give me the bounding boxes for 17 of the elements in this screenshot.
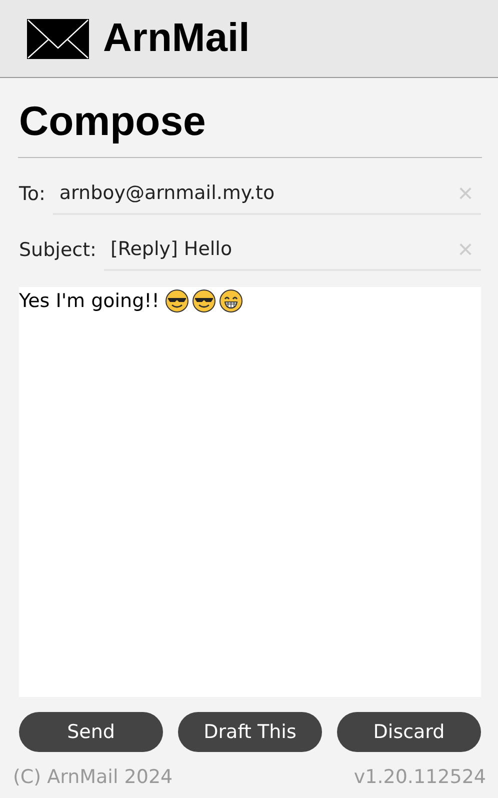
message-text: Yes I'm going!! xyxy=(19,289,160,314)
sunglasses-smiley-icon xyxy=(165,289,190,313)
action-button[interactable]: Send xyxy=(19,712,163,752)
action-button[interactable]: Draft This xyxy=(178,712,322,752)
input-field[interactable]: arnboy@arnmail.my.to × xyxy=(53,173,481,215)
version-text: v1.20.112524 xyxy=(354,766,486,788)
envelope-icon xyxy=(27,18,89,58)
message-body[interactable]: Yes I'm going!! xyxy=(19,287,481,697)
copyright-text: (C) ArnMail 2024 xyxy=(13,766,173,788)
field-label: Subject: xyxy=(19,239,96,261)
sunglasses-smiley-icon xyxy=(192,289,216,313)
grinning-smiley-icon xyxy=(219,289,244,313)
app-name: ArnMail xyxy=(103,16,250,61)
page-heading: Compose xyxy=(19,97,207,146)
field-label: To: xyxy=(19,183,46,205)
input-field[interactable]: [Reply] Hello × xyxy=(104,229,481,271)
action-button[interactable]: Discard xyxy=(337,712,481,752)
